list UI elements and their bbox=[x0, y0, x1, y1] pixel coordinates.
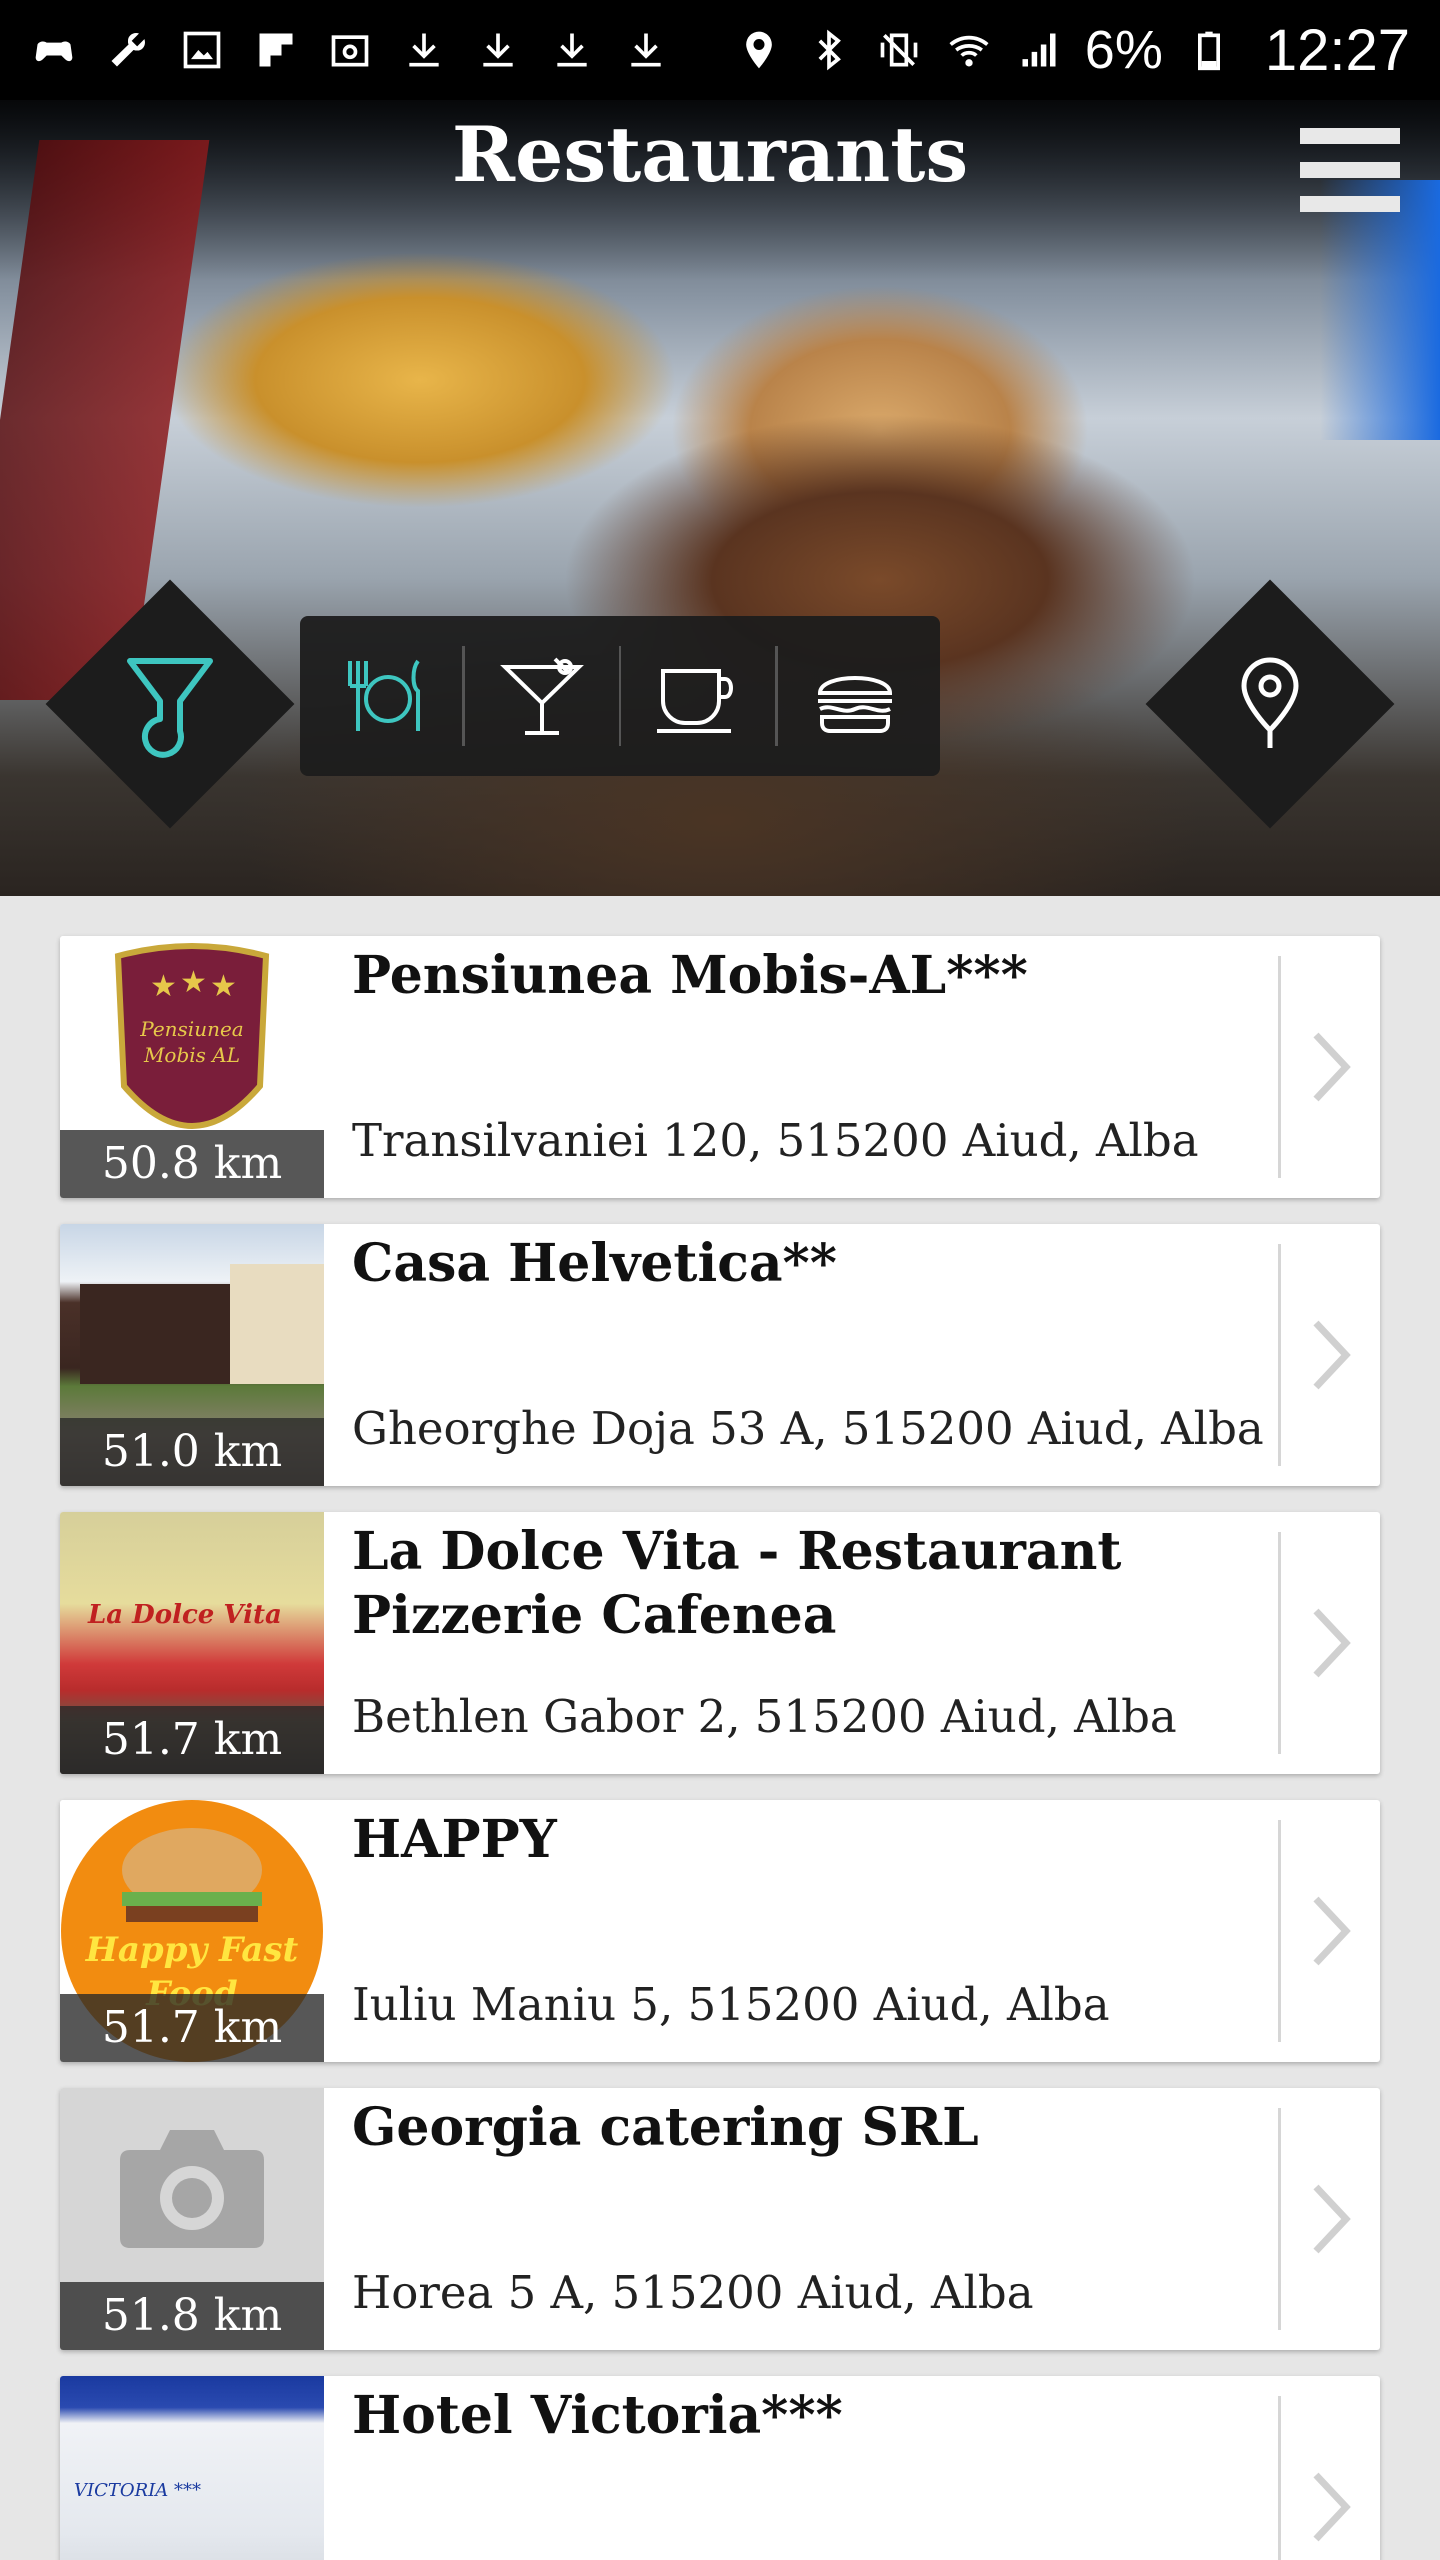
status-bar: 6% 12:27 bbox=[0, 0, 1440, 100]
restaurant-name: Georgia catering SRL bbox=[352, 2097, 979, 2158]
battery-icon bbox=[1185, 26, 1233, 74]
wifi-icon bbox=[945, 26, 993, 74]
category-bar bbox=[300, 616, 940, 776]
download-icon bbox=[400, 26, 448, 74]
category-bars[interactable] bbox=[475, 636, 609, 756]
image-icon bbox=[178, 26, 226, 74]
restaurant-list: ★ ★ ★ Pensiunea Mobis AL 50.8 km Pensiun… bbox=[60, 936, 1380, 2560]
signal-icon bbox=[1015, 26, 1063, 74]
restaurant-name: Pensiunea Mobis-AL*** bbox=[352, 945, 1028, 1006]
chevron-right-icon bbox=[1312, 1320, 1351, 1390]
svg-text:★: ★ bbox=[210, 969, 237, 1004]
open-details-button[interactable] bbox=[1278, 1244, 1380, 1466]
category-fastfood[interactable] bbox=[788, 636, 922, 756]
distance-label: 51.0 km bbox=[60, 1418, 324, 1486]
burger-icon bbox=[818, 676, 893, 733]
list-item[interactable]: 51.8 km Georgia catering SRL Horea 5 A, … bbox=[60, 2088, 1380, 2350]
restaurant-thumbnail: Happy Fast Food 51.7 km bbox=[60, 1800, 324, 2062]
logo-text: Pensiunea Mobis AL bbox=[140, 1017, 244, 1067]
location-icon bbox=[735, 26, 783, 74]
restaurant-thumbnail: 51.8 km bbox=[60, 2088, 324, 2350]
page-title: Restaurants bbox=[451, 110, 969, 199]
restaurant-address: Horea 5 A, 515200 Aiud, Alba bbox=[352, 2266, 1034, 2319]
sign-text: VICTORIA *** bbox=[74, 2480, 202, 2501]
distance-label: 51.7 km bbox=[60, 1706, 324, 1774]
open-details-button[interactable] bbox=[1278, 2108, 1380, 2330]
restaurant-thumbnail: VICTORIA *** bbox=[60, 2376, 324, 2560]
photo-building bbox=[230, 1264, 324, 1384]
category-cafes[interactable] bbox=[631, 636, 765, 756]
download-icon bbox=[474, 26, 522, 74]
restaurant-address: Gheorghe Doja 53 A, 515200 Aiud, Alba bbox=[352, 1402, 1264, 1455]
divider bbox=[461, 646, 465, 746]
cocktail-icon bbox=[499, 657, 584, 735]
filter-button[interactable] bbox=[45, 579, 295, 829]
battery-percent: 6% bbox=[1084, 20, 1163, 80]
photo-building bbox=[80, 1284, 230, 1384]
svg-text:★: ★ bbox=[180, 965, 207, 1000]
filter-icon bbox=[127, 658, 213, 758]
restaurant-thumbnail: La Dolce Vita 51.7 km bbox=[60, 1512, 324, 1774]
divider bbox=[618, 646, 622, 746]
email-icon bbox=[326, 26, 374, 74]
restaurant-address: Transilvaniei 120, 515200 Aiud, Alba bbox=[352, 1114, 1199, 1167]
clock: 12:27 bbox=[1264, 17, 1410, 83]
restaurant-name: La Dolce Vita - Restaurant Pizzerie Cafe… bbox=[352, 1521, 1122, 1646]
restaurant-name: HAPPY bbox=[352, 1809, 557, 1870]
bluetooth-icon bbox=[805, 26, 853, 74]
restaurant-address: Bethlen Gabor 2, 515200 Aiud, Alba bbox=[352, 1690, 1177, 1743]
vibrate-icon bbox=[875, 26, 923, 74]
restaurant-name: Casa Helvetica** bbox=[352, 1233, 837, 1294]
sign-text: La Dolce Vita bbox=[88, 1600, 282, 1630]
flipboard-icon bbox=[252, 26, 300, 74]
distance-label: 51.8 km bbox=[60, 2282, 324, 2350]
open-details-button[interactable] bbox=[1278, 2396, 1380, 2560]
chevron-right-icon bbox=[1312, 1608, 1351, 1678]
open-details-button[interactable] bbox=[1278, 956, 1380, 1178]
hero-decor bbox=[1320, 180, 1440, 440]
cutlery-icon bbox=[347, 659, 420, 731]
list-item[interactable]: 51.0 km Casa Helvetica** Gheorghe Doja 5… bbox=[60, 1224, 1380, 1486]
restaurant-name: Hotel Victoria*** bbox=[352, 2385, 843, 2446]
chevron-right-icon bbox=[1312, 1896, 1351, 1966]
list-item[interactable]: Happy Fast Food 51.7 km HAPPY Iuliu Mani… bbox=[60, 1800, 1380, 2062]
open-details-button[interactable] bbox=[1278, 1532, 1380, 1754]
location-button[interactable] bbox=[1145, 579, 1395, 829]
restaurant-address: Iuliu Maniu 5, 515200 Aiud, Alba bbox=[352, 1978, 1110, 2031]
hamburger-menu-icon[interactable] bbox=[1300, 128, 1400, 216]
divider bbox=[775, 646, 779, 746]
chevron-right-icon bbox=[1312, 1032, 1351, 1102]
distance-label: 51.7 km bbox=[60, 1994, 324, 2062]
svg-text:★: ★ bbox=[150, 969, 177, 1004]
coffee-cup-icon bbox=[657, 669, 734, 733]
list-item[interactable]: VICTORIA *** Hotel Victoria*** bbox=[60, 2376, 1380, 2560]
chevron-right-icon bbox=[1312, 2472, 1351, 2542]
list-item[interactable]: La Dolce Vita 51.7 km La Dolce Vita - Re… bbox=[60, 1512, 1380, 1774]
restaurant-thumbnail: ★ ★ ★ Pensiunea Mobis AL 50.8 km bbox=[60, 936, 324, 1198]
wrench-icon bbox=[104, 26, 152, 74]
list-item[interactable]: ★ ★ ★ Pensiunea Mobis AL 50.8 km Pensiun… bbox=[60, 936, 1380, 1198]
chevron-right-icon bbox=[1312, 2184, 1351, 2254]
restaurant-thumbnail: 51.0 km bbox=[60, 1224, 324, 1486]
distance-label: 50.8 km bbox=[60, 1130, 324, 1198]
download-icon bbox=[622, 26, 670, 74]
open-details-button[interactable] bbox=[1278, 1820, 1380, 2042]
location-pin-icon bbox=[1241, 657, 1299, 748]
category-restaurants[interactable] bbox=[318, 636, 452, 756]
download-icon bbox=[548, 26, 596, 74]
game-controller-icon bbox=[30, 26, 78, 74]
